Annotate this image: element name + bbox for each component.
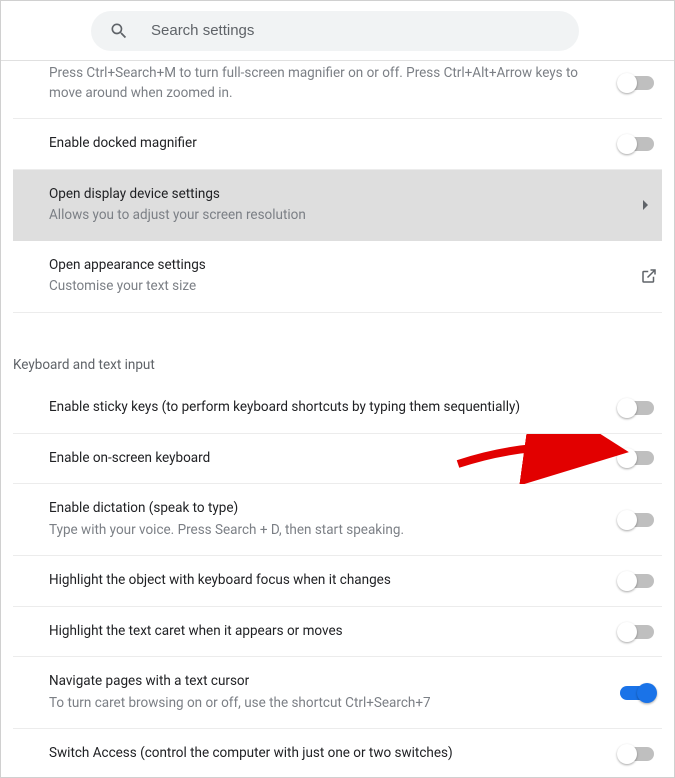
docked-magnifier-title: Enable docked magnifier bbox=[49, 134, 608, 154]
toggle-onscreen-keyboard[interactable] bbox=[620, 451, 654, 465]
search-header bbox=[1, 1, 674, 61]
switch-access-title: Switch Access (control the computer with… bbox=[49, 744, 608, 764]
row-docked-magnifier[interactable]: Enable docked magnifier bbox=[13, 119, 662, 170]
toggle-sticky-keys[interactable] bbox=[620, 401, 654, 415]
open-appearance-title: Open appearance settings bbox=[49, 256, 628, 276]
row-fullscreen-magnifier[interactable]: Press Ctrl+Search+M to turn full-screen … bbox=[13, 61, 662, 119]
toggle-fullscreen-magnifier[interactable] bbox=[620, 76, 654, 90]
row-dictation[interactable]: Enable dictation (speak to type) Type wi… bbox=[13, 484, 662, 556]
row-switch-access[interactable]: Switch Access (control the computer with… bbox=[13, 729, 662, 777]
toggle-highlight-focus[interactable] bbox=[620, 574, 654, 588]
dictation-title: Enable dictation (speak to type) bbox=[49, 499, 608, 519]
search-box[interactable] bbox=[91, 11, 579, 51]
toggle-switch-access[interactable] bbox=[620, 747, 654, 761]
open-appearance-sub: Customise your text size bbox=[49, 277, 628, 297]
chevron-right-icon bbox=[643, 200, 648, 210]
dictation-sub: Type with your voice. Press Search + D, … bbox=[49, 521, 608, 541]
open-external-icon bbox=[640, 267, 658, 285]
row-sticky-keys[interactable]: Enable sticky keys (to perform keyboard … bbox=[13, 383, 662, 434]
row-open-display-settings[interactable]: Open display device settings Allows you … bbox=[13, 170, 662, 241]
row-open-appearance-settings[interactable]: Open appearance settings Customise your … bbox=[13, 241, 662, 313]
open-display-title: Open display device settings bbox=[49, 185, 631, 205]
search-icon bbox=[109, 21, 129, 41]
caret-nav-sub: To turn caret browsing on or off, use th… bbox=[49, 694, 608, 714]
row-onscreen-keyboard[interactable]: Enable on-screen keyboard bbox=[13, 434, 662, 485]
fullscreen-magnifier-sub: Press Ctrl+Search+M to turn full-screen … bbox=[49, 64, 608, 103]
row-highlight-focus[interactable]: Highlight the object with keyboard focus… bbox=[13, 556, 662, 607]
highlight-focus-title: Highlight the object with keyboard focus… bbox=[49, 571, 608, 591]
sticky-keys-title: Enable sticky keys (to perform keyboard … bbox=[49, 398, 608, 418]
toggle-caret-navigation[interactable] bbox=[620, 686, 654, 700]
toggle-dictation[interactable] bbox=[620, 513, 654, 527]
highlight-caret-title: Highlight the text caret when it appears… bbox=[49, 622, 608, 642]
row-highlight-caret[interactable]: Highlight the text caret when it appears… bbox=[13, 607, 662, 658]
caret-nav-title: Navigate pages with a text cursor bbox=[49, 672, 608, 692]
settings-content: Press Ctrl+Search+M to turn full-screen … bbox=[1, 61, 674, 777]
open-display-sub: Allows you to adjust your screen resolut… bbox=[49, 206, 631, 226]
section-keyboard-title: Keyboard and text input bbox=[13, 343, 662, 383]
onscreen-keyboard-title: Enable on-screen keyboard bbox=[49, 449, 608, 469]
search-input[interactable] bbox=[151, 22, 561, 39]
toggle-docked-magnifier[interactable] bbox=[620, 137, 654, 151]
row-caret-navigation[interactable]: Navigate pages with a text cursor To tur… bbox=[13, 657, 662, 729]
toggle-highlight-caret[interactable] bbox=[620, 625, 654, 639]
